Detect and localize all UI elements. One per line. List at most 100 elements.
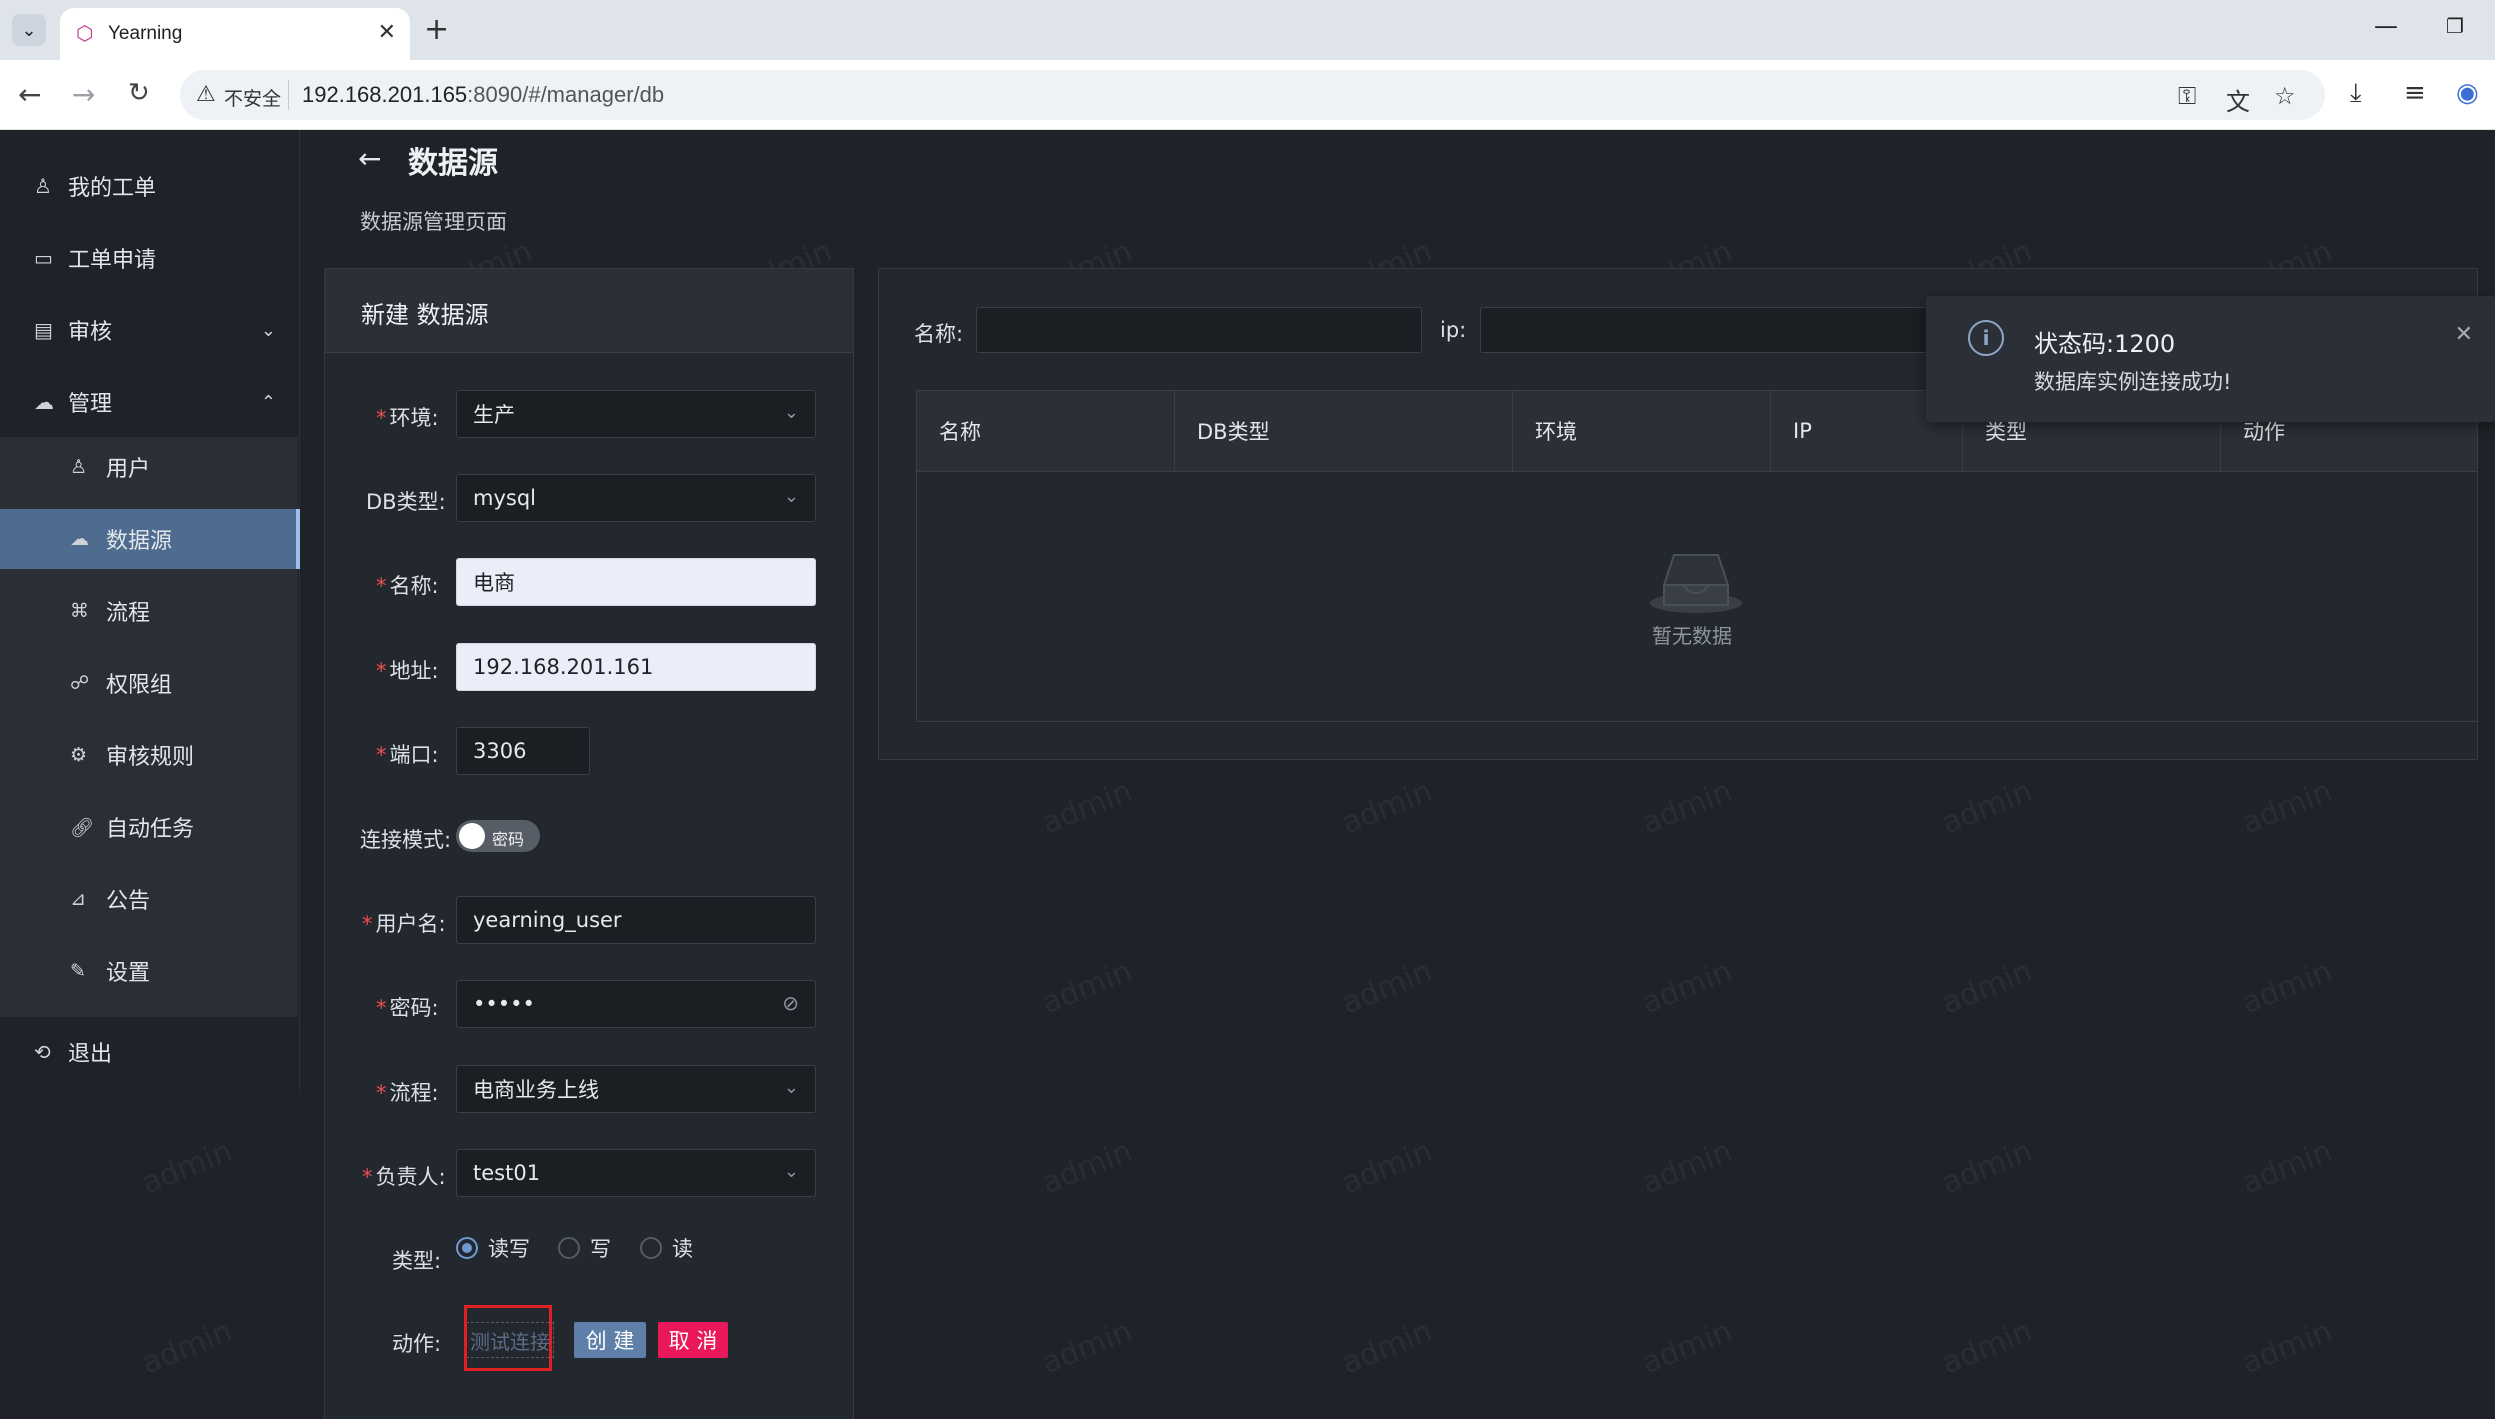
sidebar-item-audit-rules[interactable]: ⚙ 审核规则 bbox=[0, 725, 298, 785]
empty-state-text: 暂无数据 bbox=[1652, 624, 1732, 648]
new-tab-icon[interactable]: + bbox=[424, 12, 449, 47]
connection-mode-label: 连接模式: bbox=[360, 828, 452, 852]
type-radio-write[interactable]: 写 bbox=[558, 1233, 611, 1263]
flow-icon: ⌘ bbox=[70, 600, 89, 622]
empty-inbox-icon bbox=[1650, 554, 1742, 613]
watermark-text: admin bbox=[1336, 953, 1438, 1022]
type-radio-read[interactable]: 读 bbox=[640, 1233, 693, 1263]
bookmark-star-icon[interactable]: ☆ bbox=[2274, 82, 2296, 110]
browser-tab[interactable]: ⬡ Yearning ✕ bbox=[60, 8, 410, 60]
close-tab-icon[interactable]: ✕ bbox=[378, 20, 396, 45]
sidebar-item-ticket-apply[interactable]: ▭ 工单申请 bbox=[0, 222, 300, 294]
sidebar-item-audit[interactable]: ▤ 审核 ⌄ bbox=[0, 294, 300, 366]
sidebar-item-announcement[interactable]: ⊿ 公告 bbox=[0, 869, 298, 929]
back-arrow-icon[interactable]: ← bbox=[358, 142, 381, 175]
test-connection-button[interactable]: 测试连接 bbox=[466, 1322, 554, 1358]
type-radio-readwrite[interactable]: 读写 bbox=[456, 1233, 530, 1263]
translate-icon[interactable]: 文 bbox=[2226, 82, 2250, 117]
password-label: * 密码: bbox=[376, 996, 439, 1020]
url-path: :8090/#/manager/db bbox=[467, 82, 665, 107]
create-button[interactable]: 创 建 bbox=[574, 1322, 646, 1358]
rule-icon: ⚙ bbox=[70, 744, 88, 766]
sidebar-item-auto-task[interactable]: 🔗︎ 自动任务 bbox=[0, 797, 298, 857]
flow-label: * 流程: bbox=[376, 1081, 439, 1105]
watermark-text: admin bbox=[2236, 1133, 2338, 1202]
query-ip-input[interactable] bbox=[1480, 307, 1948, 353]
dbtype-label: DB类型: bbox=[366, 490, 446, 514]
chevron-down-icon: ⌄ bbox=[783, 1161, 799, 1182]
dbtype-select[interactable]: mysql ⌄ bbox=[456, 474, 816, 522]
url-text[interactable]: 192.168.201.165:8090/#/manager/db bbox=[302, 82, 664, 108]
sidebar-item-label: 我的工单 bbox=[68, 176, 157, 201]
env-select[interactable]: 生产 ⌄ bbox=[456, 390, 816, 438]
owner-label: * 负责人: bbox=[362, 1165, 446, 1189]
sidebar-item-label: 数据源 bbox=[106, 529, 173, 554]
watermark-text: admin bbox=[1636, 953, 1738, 1022]
sidebar-item-users[interactable]: ♙ 用户 bbox=[0, 437, 298, 497]
eye-hidden-icon[interactable]: ⊘ bbox=[782, 991, 799, 1015]
chevron-up-icon: ⌃ bbox=[260, 391, 276, 413]
radio-label: 读 bbox=[672, 1237, 693, 1261]
watermark-text: admin bbox=[1336, 1133, 1438, 1202]
watermark-text: admin bbox=[1036, 1313, 1138, 1382]
browser-tab-bar: ⌄ ⬡ Yearning ✕ + — ❐ bbox=[0, 0, 2495, 60]
column-header-env[interactable]: 环境 bbox=[1513, 391, 1771, 471]
tab-search-chevron-icon[interactable]: ⌄ bbox=[12, 14, 46, 46]
sidebar-item-datasource[interactable]: ☁ 数据源 bbox=[0, 509, 300, 569]
port-input-value: 3306 bbox=[473, 739, 527, 763]
sidebar-item-manage[interactable]: ☁ 管理 ⌃ bbox=[0, 366, 300, 438]
sidebar-item-my-tickets[interactable]: ♙ 我的工单 bbox=[0, 150, 300, 222]
user-icon: ♙ bbox=[70, 456, 88, 478]
back-arrow-icon[interactable]: ← bbox=[18, 78, 41, 111]
watermark-text: admin bbox=[2236, 773, 2338, 842]
yearning-app: admin admin admin admin admin admin admin admin… bbox=[0, 130, 2495, 1419]
password-input[interactable]: ••••• ⊘ bbox=[456, 980, 816, 1028]
watermark-text: admin bbox=[1636, 1133, 1738, 1202]
manage-submenu: ♙ 用户 ☁ 数据源 ⌘ 流程 ☍ 权限组 ⚙ 审核规则 🔗︎ 自动任务 ⊿ 公… bbox=[0, 437, 300, 1017]
query-name-input[interactable] bbox=[976, 307, 1422, 353]
reload-icon[interactable]: ↻ bbox=[128, 78, 150, 108]
sidebar-item-label: 管理 bbox=[68, 392, 113, 417]
sidebar-item-logout[interactable]: ⟲ 退出 bbox=[0, 1016, 300, 1088]
download-icon[interactable]: ⤓ bbox=[2350, 78, 2362, 109]
restore-window-icon[interactable]: ❐ bbox=[2446, 14, 2464, 38]
address-input[interactable]: 192.168.201.161 bbox=[456, 643, 816, 691]
media-queue-icon[interactable]: ≡ bbox=[2404, 78, 2426, 108]
column-header-name[interactable]: 名称 bbox=[917, 391, 1175, 471]
url-host: 192.168.201.165 bbox=[302, 82, 468, 107]
profile-icon[interactable]: ◉ bbox=[2456, 78, 2479, 108]
monitor-icon: ▭ bbox=[34, 246, 53, 270]
key-icon[interactable]: ⚿ bbox=[2178, 82, 2196, 110]
name-input[interactable]: 电商 bbox=[456, 558, 816, 606]
yearning-favicon-icon: ⬡ bbox=[76, 21, 94, 45]
query-ip-label: ip: bbox=[1440, 318, 1467, 342]
radio-label: 写 bbox=[590, 1237, 611, 1261]
address-label: * 地址: bbox=[376, 659, 439, 683]
name-input-value: 电商 bbox=[473, 571, 515, 595]
sidebar-item-label: 审核 bbox=[68, 320, 113, 345]
watermark-text: admin bbox=[1636, 773, 1738, 842]
address-bar[interactable]: ⚠ 不安全 192.168.201.165:8090/#/manager/db … bbox=[180, 70, 2325, 120]
type-label: 类型: bbox=[392, 1249, 442, 1273]
owner-select[interactable]: test01 ⌄ bbox=[456, 1149, 816, 1197]
cancel-button[interactable]: 取 消 bbox=[658, 1322, 728, 1358]
sidebar-item-settings[interactable]: ✎ 设置 bbox=[0, 941, 298, 1001]
warning-triangle-icon[interactable]: ⚠ bbox=[196, 82, 216, 107]
port-input[interactable]: 3306 bbox=[456, 727, 590, 775]
close-icon[interactable]: ✕ bbox=[2455, 322, 2473, 347]
minimize-window-icon[interactable]: — bbox=[2374, 12, 2398, 40]
username-input[interactable]: yearning_user bbox=[456, 896, 816, 944]
flow-select-value: 电商业务上线 bbox=[473, 1078, 599, 1102]
watermark-text: admin bbox=[1036, 1133, 1138, 1202]
watermark-text: admin bbox=[1036, 953, 1138, 1022]
column-header-dbtype[interactable]: DB类型 bbox=[1175, 391, 1513, 471]
forward-arrow-icon[interactable]: → bbox=[72, 78, 95, 111]
sidebar-item-flow[interactable]: ⌘ 流程 bbox=[0, 581, 298, 641]
sidebar-item-permission-group[interactable]: ☍ 权限组 bbox=[0, 653, 298, 713]
connection-mode-switch[interactable]: 密码 bbox=[456, 820, 540, 852]
insecure-label[interactable]: 不安全 bbox=[224, 84, 281, 111]
cloud-icon: ☁ bbox=[70, 528, 89, 550]
flow-select[interactable]: 电商业务上线 ⌄ bbox=[456, 1065, 816, 1113]
chevron-down-icon: ⌄ bbox=[260, 319, 276, 341]
notification-message: 数据库实例连接成功! bbox=[2034, 370, 2232, 394]
